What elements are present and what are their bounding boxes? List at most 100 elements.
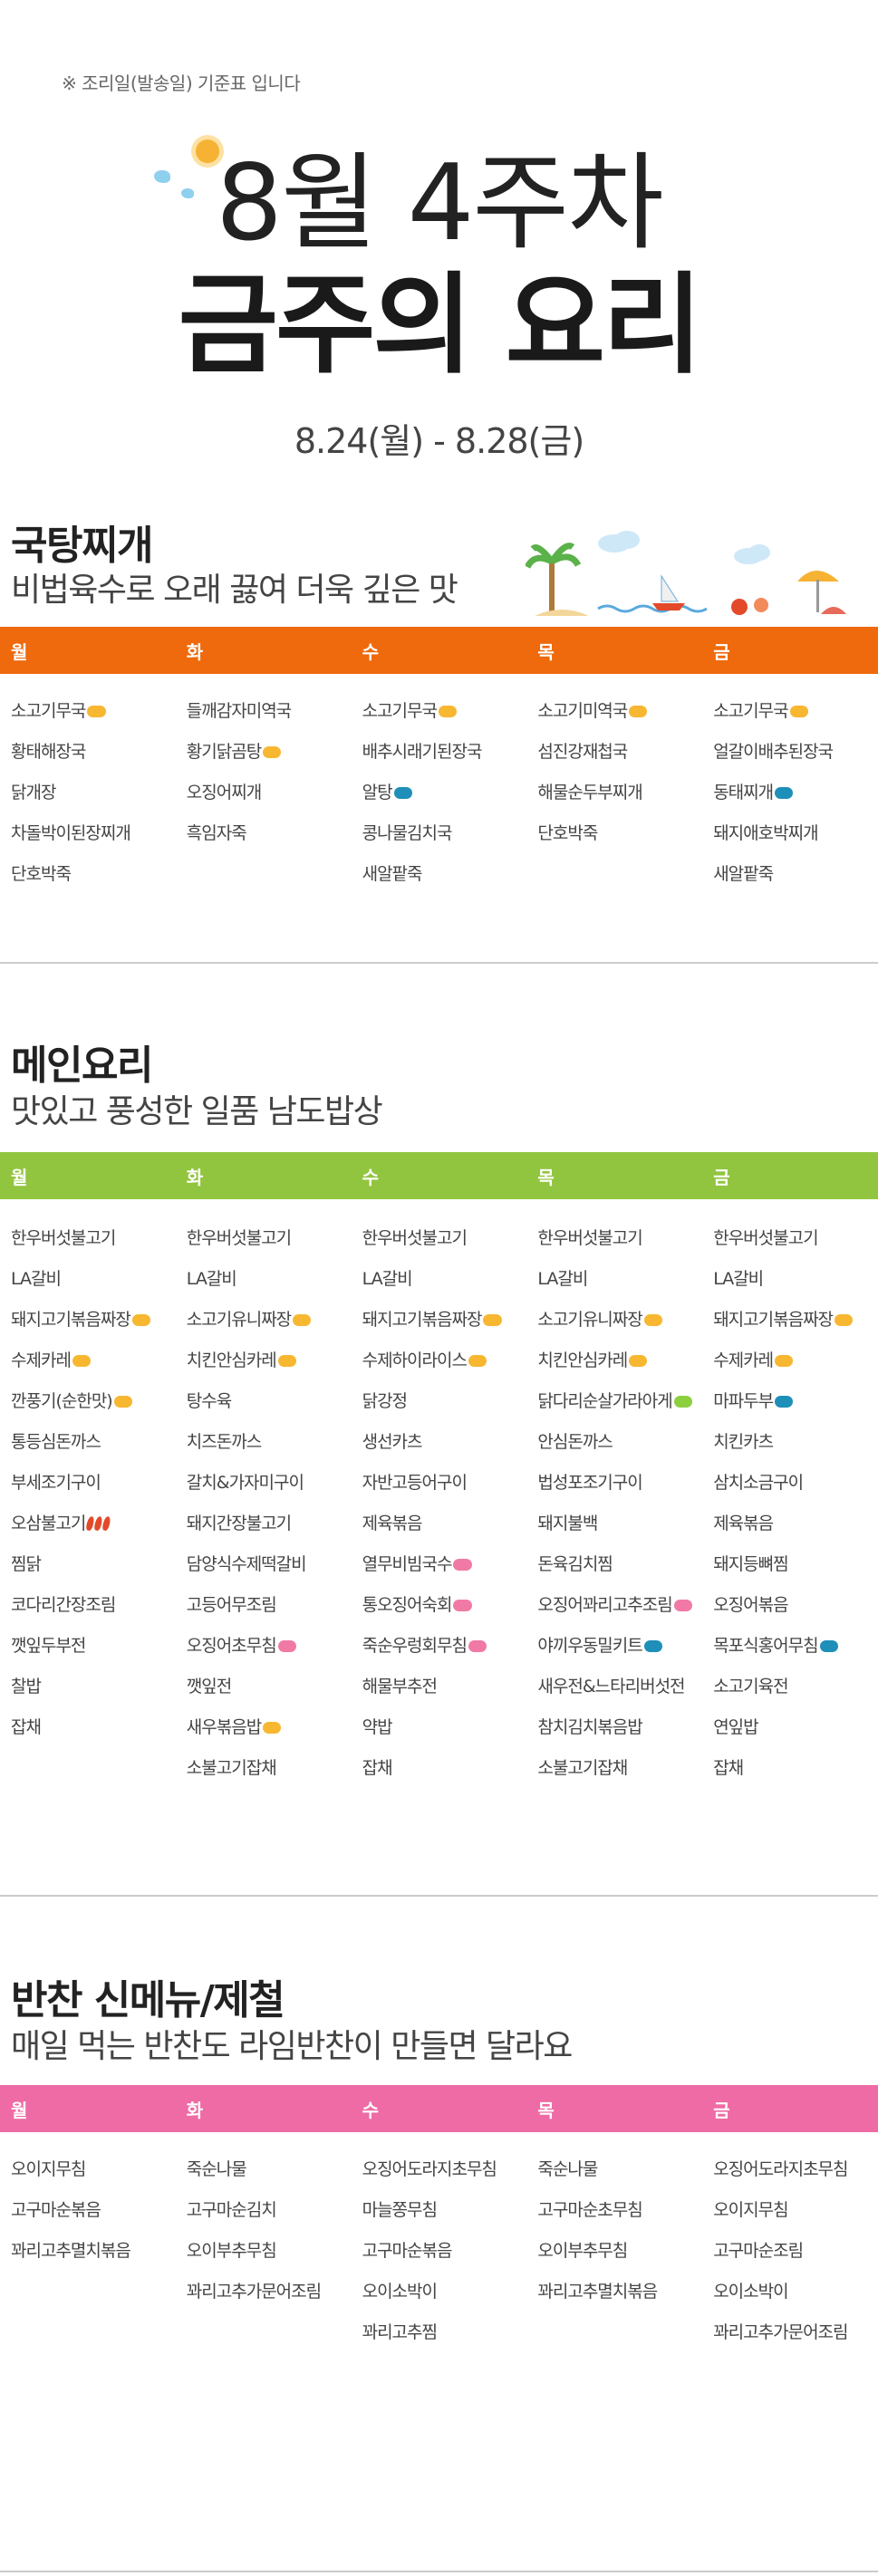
menu-item-name: 꽈리고추멸치볶음: [11, 2241, 131, 2261]
menu-item-name: 치킨안심카레: [537, 1350, 628, 1370]
menu-item-name: LA갈비: [186, 1269, 237, 1289]
menu-item: 깐풍기(순한맛): [11, 1388, 176, 1428]
menu-item: 오이지무침: [11, 2156, 176, 2196]
menu-item: 황태해장국: [11, 738, 176, 779]
menu-item: LA갈비: [713, 1265, 878, 1306]
menu-item: 오이소박이: [362, 2278, 527, 2319]
menu-item-name: 차돌박이된장찌개: [11, 823, 131, 843]
menu-badge: [468, 1355, 487, 1367]
menu-badge: [131, 1314, 151, 1326]
menu-item: 통오징어숙회: [362, 1591, 527, 1632]
day-label: 금: [713, 2099, 730, 2121]
menu-item: 찰밥: [11, 1673, 176, 1714]
menu-item: 한우버섯불고기: [11, 1225, 176, 1265]
menu-item: 고구마순김치: [187, 2196, 352, 2237]
menu-item-name: 오이지무침: [11, 2159, 86, 2179]
menu-item-name: 새우볶음밥: [186, 1717, 262, 1737]
menu-item-name: 소불고기잡채: [537, 1758, 628, 1778]
menu-item-name: LA갈비: [362, 1269, 413, 1289]
menu-item-name: 얼갈이배추된장국: [713, 742, 834, 762]
menu-item: 통등심돈까스: [11, 1428, 176, 1469]
menu-item: 얼갈이배추된장국: [713, 738, 878, 779]
menu-item-name: 찰밥: [11, 1677, 42, 1697]
menu-item: 해물순두부찌개: [537, 779, 702, 820]
menu-item: 흑임자죽: [187, 820, 352, 860]
section-divider: [0, 2571, 878, 2572]
menu-item: 마파두부: [713, 1388, 878, 1428]
menu-item-name: 수제카레: [713, 1350, 774, 1370]
menu-item-name: 생선카츠: [362, 1432, 423, 1452]
menu-item: 꽈리고추찜: [362, 2319, 527, 2360]
menu-badge: [277, 1355, 296, 1367]
day-label: 금: [713, 640, 730, 663]
menu-badge: [277, 1640, 296, 1652]
menu-item-name: 참치김치볶음밥: [537, 1717, 642, 1737]
menu-item-name: 해물순두부찌개: [537, 783, 642, 803]
menu-item: 소고기육전: [713, 1673, 878, 1714]
day-label: 목: [537, 640, 555, 663]
day-label: 월: [11, 1166, 28, 1188]
menu-item-name: 소고기유니짜장: [537, 1310, 642, 1330]
menu-item-name: 닭강정: [362, 1391, 408, 1411]
menu-badge: [819, 1640, 838, 1652]
menu-item: 꽈리고추가문어조림: [713, 2319, 878, 2360]
menu-item-name: LA갈비: [713, 1269, 764, 1289]
menu-item: 단호박죽: [11, 860, 176, 901]
menu-item: 야끼우동밀키트: [537, 1632, 702, 1673]
menu-item: 동태찌개: [713, 779, 878, 820]
menu-item: 소불고기잡채: [187, 1754, 352, 1795]
menu-item-name: 잡채: [362, 1758, 393, 1778]
menu-item-name: 해물부추전: [362, 1677, 438, 1697]
menu-item: 돼지간장불고기: [187, 1510, 352, 1551]
menu-item: 새우전&느타리버섯전: [537, 1673, 702, 1714]
side-section-subtitle: 매일 먹는 반찬도 라임반찬이 만들면 달라요: [11, 2028, 573, 2065]
menu-badge: [629, 706, 648, 717]
menu-item: 죽순나물: [537, 2156, 702, 2196]
menu-item-name: 소고기무국: [713, 701, 788, 721]
side-day-header: 월 화 수 목 금: [0, 2085, 878, 2132]
menu-item: 오징어볶음: [713, 1591, 878, 1632]
menu-item-name: 오이부추무침: [537, 2241, 628, 2261]
menu-column: 오징어도라지초무침 마늘쫑무침 고구마순볶음 오이소박이 꽈리고추찜: [352, 2156, 527, 2360]
menu-item-name: 소고기미역국: [537, 701, 628, 721]
menu-item-name: 안심돈까스: [537, 1432, 613, 1452]
menu-item: 코다리간장조림: [11, 1591, 176, 1632]
menu-item-name: 소불고기잡채: [186, 1758, 277, 1778]
menu-item-name: 죽순우렁회무침: [362, 1636, 468, 1656]
menu-badge: [643, 1640, 662, 1652]
menu-item-name: 꽈리고추가문어조림: [713, 2322, 848, 2342]
menu-item-name: 오징어꽈리고추조림: [537, 1595, 672, 1615]
menu-item: 소고기유니짜장: [537, 1306, 702, 1347]
menu-item-name: 깻잎두부전: [11, 1636, 86, 1656]
chili-icon: [101, 1515, 112, 1532]
menu-item-name: 목포식홍어무침: [713, 1636, 818, 1656]
menu-item: 참치김치볶음밥: [537, 1714, 702, 1754]
menu-badge: [673, 1600, 692, 1611]
menu-item-name: 돼지등뼈찜: [713, 1554, 788, 1574]
menu-item-name: 돼지고기볶음짜장: [362, 1310, 483, 1330]
menu-item: 새알팥죽: [713, 860, 878, 901]
menu-column: 한우버섯불고기 LA갈비 돼지고기볶음짜장 수제카레 깐풍기(순한맛) 통등심돈까스…: [0, 1225, 176, 1795]
period-label: 8.24(월) - 8.28(금): [294, 421, 584, 461]
menu-item-name: 한우버섯불고기: [537, 1228, 642, 1248]
main-section-title: 메인요리: [11, 1043, 153, 1089]
menu-item: 황기닭곰탕: [187, 738, 352, 779]
menu-item-name: 닭개장: [11, 783, 56, 803]
day-label: 목: [537, 1166, 555, 1188]
menu-item-name: 코다리간장조림: [11, 1595, 116, 1615]
menu-item: 고구마순볶음: [11, 2196, 176, 2237]
main-day-header: 월 화 수 목 금: [0, 1152, 878, 1199]
menu-item-name: 죽순나물: [537, 2159, 598, 2179]
menu-column: 소고기무국 얼갈이배추된장국 동태찌개 돼지애호박찌개 새알팥죽: [702, 697, 878, 901]
menu-badge: [453, 1600, 472, 1611]
menu-item: 섬진강재첩국: [537, 738, 702, 779]
menu-item-name: 오이소박이: [713, 2282, 788, 2302]
menu-item-name: 소고기무국: [11, 701, 86, 721]
soup-section-subtitle: 비법육수로 오래 끓여 더욱 깊은 맛: [11, 572, 458, 609]
menu-item: 한우버섯불고기: [713, 1225, 878, 1265]
menu-item-name: 마늘쫑무침: [362, 2200, 438, 2220]
menu-item: 마늘쫑무침: [362, 2196, 527, 2237]
menu-item-name: 콩나물김치국: [362, 823, 453, 843]
menu-item-name: 제육볶음: [362, 1514, 423, 1533]
menu-item: 치즈돈까스: [187, 1428, 352, 1469]
